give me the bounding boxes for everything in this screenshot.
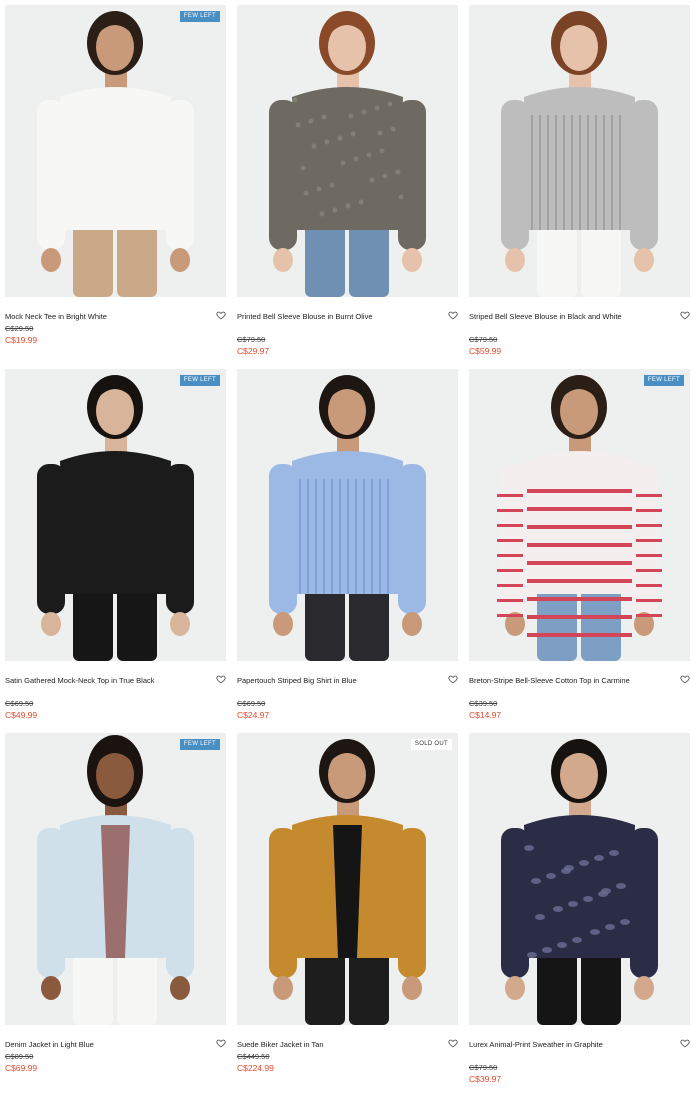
product-image[interactable] bbox=[469, 5, 690, 297]
few-left-badge: FEW LEFT bbox=[179, 11, 220, 22]
original-price: C$449.50 bbox=[237, 1052, 270, 1061]
product-card[interactable]: Printed Bell Sleeve Blouse in Burnt Oliv… bbox=[237, 5, 458, 365]
original-price: C$39.50 bbox=[469, 699, 498, 708]
few-left-badge: FEW LEFT bbox=[179, 375, 220, 386]
product-name[interactable]: Striped Bell Sleeve Blouse in Black and … bbox=[469, 311, 639, 322]
product-name[interactable]: Papertouch Striped Big Shirt in Blue bbox=[237, 675, 407, 686]
product-image[interactable]: FEW LEFT bbox=[5, 733, 226, 1025]
product-image[interactable] bbox=[237, 369, 458, 661]
product-image[interactable]: SOLD OUT bbox=[237, 733, 458, 1025]
price-block: C$79.50 C$59.99 bbox=[469, 335, 589, 357]
price-block: C$79.50 C$29.97 bbox=[237, 335, 357, 357]
favorite-heart-icon[interactable] bbox=[448, 674, 458, 684]
price-block: C$69.50 C$49.99 bbox=[5, 699, 125, 721]
product-card[interactable]: FEW LEFT Breton-Stripe Bell-Sleeve Cotton… bbox=[469, 369, 690, 729]
sale-price: C$24.97 bbox=[237, 710, 270, 720]
sale-price: C$29.97 bbox=[237, 346, 270, 356]
sale-price: C$19.99 bbox=[5, 335, 38, 345]
product-grid: FEW LEFT Mock Neck Tee in Bright White C$2… bbox=[0, 0, 700, 1089]
product-image[interactable]: FEW LEFT bbox=[5, 369, 226, 661]
product-card[interactable]: Papertouch Striped Big Shirt in Blue C$69… bbox=[237, 369, 458, 729]
product-name[interactable]: Satin Gathered Mock-Neck Top in True Bla… bbox=[5, 675, 175, 686]
price-block: C$79.50 C$39.97 bbox=[469, 1063, 589, 1085]
price-block: C$39.50 C$14.97 bbox=[469, 699, 589, 721]
price-block: C$89.50 C$69.99 bbox=[5, 1052, 125, 1074]
original-price: C$79.50 bbox=[237, 335, 266, 344]
favorite-heart-icon[interactable] bbox=[448, 1038, 458, 1048]
favorite-heart-icon[interactable] bbox=[216, 1038, 226, 1048]
sale-price: C$224.99 bbox=[237, 1063, 274, 1073]
favorite-heart-icon[interactable] bbox=[216, 674, 226, 684]
sale-price: C$49.99 bbox=[5, 710, 38, 720]
price-block: C$449.50 C$224.99 bbox=[237, 1052, 357, 1074]
product-image[interactable] bbox=[237, 5, 458, 297]
product-image[interactable] bbox=[469, 733, 690, 1025]
sale-price: C$14.97 bbox=[469, 710, 502, 720]
product-card[interactable]: SOLD OUT Suede Biker Jacket in Tan C$449.5… bbox=[237, 733, 458, 1093]
original-price: C$69.50 bbox=[5, 699, 34, 708]
favorite-heart-icon[interactable] bbox=[680, 674, 690, 684]
sale-price: C$39.97 bbox=[469, 1074, 502, 1084]
product-name[interactable]: Denim Jacket in Light Blue bbox=[5, 1039, 175, 1050]
product-card[interactable]: FEW LEFT Satin Gathered Mock-Neck Top in … bbox=[5, 369, 226, 729]
sale-price: C$69.99 bbox=[5, 1063, 38, 1073]
favorite-heart-icon[interactable] bbox=[680, 310, 690, 320]
product-card[interactable]: FEW LEFT Denim Jacket in Light Blue C$89.5… bbox=[5, 733, 226, 1093]
favorite-heart-icon[interactable] bbox=[216, 310, 226, 320]
product-image[interactable]: FEW LEFT bbox=[5, 5, 226, 297]
product-card[interactable]: FEW LEFT Mock Neck Tee in Bright White C$2… bbox=[5, 5, 226, 365]
original-price: C$69.50 bbox=[237, 699, 266, 708]
product-name[interactable]: Printed Bell Sleeve Blouse in Burnt Oliv… bbox=[237, 311, 407, 322]
original-price: C$79.50 bbox=[469, 335, 498, 344]
product-name[interactable]: Breton-Stripe Bell-Sleeve Cotton Top in … bbox=[469, 675, 639, 686]
original-price: C$89.50 bbox=[5, 1052, 34, 1061]
original-price: C$79.50 bbox=[469, 1063, 498, 1072]
product-image[interactable]: FEW LEFT bbox=[469, 369, 690, 661]
product-card[interactable]: Striped Bell Sleeve Blouse in Black and … bbox=[469, 5, 690, 365]
product-name[interactable]: Suede Biker Jacket in Tan bbox=[237, 1039, 407, 1050]
product-name[interactable]: Lurex Animal-Print Sweather in Graphite bbox=[469, 1039, 639, 1050]
price-block: C$69.50 C$24.97 bbox=[237, 699, 357, 721]
favorite-heart-icon[interactable] bbox=[680, 1038, 690, 1048]
favorite-heart-icon[interactable] bbox=[448, 310, 458, 320]
sale-price: C$59.99 bbox=[469, 346, 502, 356]
product-card[interactable]: Lurex Animal-Print Sweather in Graphite C… bbox=[469, 733, 690, 1093]
few-left-badge: FEW LEFT bbox=[643, 375, 684, 386]
few-left-badge: FEW LEFT bbox=[179, 739, 220, 750]
sold-out-badge: SOLD OUT bbox=[410, 739, 452, 750]
product-name[interactable]: Mock Neck Tee in Bright White bbox=[5, 311, 175, 322]
original-price: C$29.50 bbox=[5, 324, 34, 333]
price-block: C$29.50 C$19.99 bbox=[5, 324, 125, 346]
